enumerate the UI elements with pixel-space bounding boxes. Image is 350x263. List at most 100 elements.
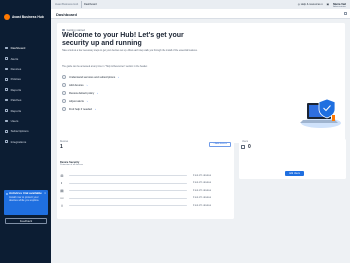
steps-list: Understand services and subscriptions › A… [62, 73, 119, 113]
step-checkbox-icon [62, 75, 66, 79]
customize-icon[interactable] [344, 12, 347, 15]
device-row-value: 0 out of 1 devices [193, 197, 212, 200]
sidebar-item-reports[interactable]: Reports [0, 85, 51, 95]
step-item[interactable]: Find help if needed › [62, 105, 119, 113]
close-icon[interactable]: × [44, 191, 46, 195]
report-icon [5, 109, 8, 112]
sidebar-item-subscriptions[interactable]: Subscriptions [0, 126, 51, 136]
step-item[interactable]: Review default policy › [62, 89, 119, 97]
top-bar: Avast Business Hub Dashboard ◎ Help & re… [51, 0, 350, 9]
dashboard-icon [5, 46, 8, 50]
device-row-value: 0 out of 1 devices [193, 174, 212, 177]
arrow-right-icon: › [118, 75, 120, 79]
progress-bar [69, 190, 187, 192]
sidebar-item-integrations[interactable]: Integrations [0, 137, 51, 147]
arrow-right-icon: › [94, 107, 96, 111]
step-item[interactable]: Add devices › [62, 81, 119, 89]
step-label: Find help if needed [69, 107, 92, 111]
add-users-button[interactable]: Add Users [285, 171, 304, 176]
plug-icon [5, 140, 8, 143]
step-checkbox-icon [62, 83, 66, 87]
avast-logo-icon [4, 14, 10, 20]
device-row: ◐ 0 out of 1 devices [60, 180, 230, 188]
sidebar-item-label: Subscriptions [10, 129, 29, 134]
bell-icon [5, 57, 8, 60]
step-item[interactable]: Adjust alerts › [62, 97, 119, 105]
sidebar-item-label: Policies [10, 77, 21, 82]
users-card: Users 0 Add Users [239, 139, 346, 179]
device-row: ▤ 0 out of 1 devices [60, 187, 230, 195]
devices-card: Devices 1 + Add devices Device Security … [57, 139, 234, 219]
sidebar-item-label: Dashboard [10, 46, 26, 51]
step-checkbox-icon [62, 107, 66, 111]
progress-bar [69, 205, 187, 207]
sidebar-item-label: Patches [10, 98, 22, 103]
info-icon [6, 193, 8, 195]
step-checkbox-icon [62, 99, 66, 103]
sidebar-item-policies[interactable]: Policies [0, 74, 51, 84]
arrow-right-icon: › [86, 83, 88, 87]
sidebar-item-label: Reports [10, 87, 22, 92]
device-row-value: 0 out of 1 devices [193, 204, 212, 207]
brand-name: Avast Business Hub [12, 15, 44, 19]
step-label: Understand services and subscriptions [69, 75, 116, 79]
page-header: Dashboard [51, 9, 350, 19]
arrow-right-icon: › [86, 99, 88, 103]
welcome-headline: Welcome to your Hub! Let's get your secu… [62, 32, 184, 48]
progress-bar [69, 197, 187, 199]
device-row-value: 0 out of 1 devices [193, 182, 212, 185]
sidebar-item-label: Reports [10, 108, 22, 113]
sidebar-item-devices[interactable]: Devices [0, 64, 51, 74]
sidebar-nav: Dashboard Alerts Devices Policies Report… [0, 43, 51, 147]
step-label: Add devices [69, 83, 84, 87]
device-security-subtitle: Protection of all devices [60, 164, 84, 166]
sidebar-item-dashboard[interactable]: Dashboard [0, 43, 51, 53]
feedback-button[interactable]: Feedback [5, 218, 47, 224]
breadcrumb-root[interactable]: Avast Business Hub [55, 3, 78, 6]
step-checkbox-icon [62, 91, 66, 95]
sidebar-item-reports-2[interactable]: Reports [0, 105, 51, 115]
main-content: Dashboard Getting started Welcome to you… [51, 9, 350, 263]
brand[interactable]: Avast Business Hub [0, 0, 51, 34]
add-devices-button[interactable]: + Add devices [209, 142, 231, 147]
page-title: Dashboard [56, 12, 77, 17]
breadcrumb-current: Dashboard [84, 3, 97, 6]
devices-count: 1 [60, 144, 63, 150]
help-resources-label: Help & resources [300, 3, 321, 6]
sidebar-item-patches[interactable]: Patches [0, 95, 51, 105]
chart-icon [5, 88, 8, 92]
steps-hint: The guide can be accessed at any time in… [62, 66, 148, 68]
laptop-shield-illustration [300, 98, 341, 128]
patch-icon [5, 98, 8, 102]
device-row: ⊞ 0 out of 1 devices [60, 172, 230, 180]
sidebar-item-users[interactable]: Users [0, 116, 51, 126]
subscription-icon [5, 130, 8, 133]
user-menu[interactable]: Maria Vail Administrator [333, 2, 346, 8]
arrow-right-icon: › [97, 91, 99, 95]
device-row: ◊ 0 out of 1 devices [60, 202, 230, 210]
progress-bar [69, 175, 187, 177]
sidebar-item-alerts[interactable]: Alerts [0, 53, 51, 63]
monitor-icon [241, 145, 245, 149]
progress-bar [69, 182, 187, 184]
sidebar-item-label: Integrations [10, 139, 27, 144]
apple-icon: ◐ [60, 181, 64, 186]
user-role: Administrator [333, 6, 346, 8]
promo-banner[interactable]: × Antivirus trial available Install now … [4, 190, 48, 215]
monitor-icon [5, 67, 8, 71]
user-icon [5, 119, 8, 123]
notifications-icon[interactable]: ▣ [327, 3, 329, 6]
step-label: Adjust alerts [69, 99, 84, 103]
welcome-paragraph: Take a look at a few necessary steps to … [62, 50, 198, 52]
users-label: Users [242, 141, 248, 143]
breadcrumb-divider [81, 1, 82, 8]
policy-icon [5, 78, 8, 81]
sidebar: Avast Business Hub Dashboard Alerts Devi… [0, 0, 51, 263]
step-item[interactable]: Understand services and subscriptions › [62, 73, 119, 81]
devices-label: Devices [60, 141, 69, 143]
sidebar-item-label: Users [10, 118, 19, 123]
help-resources-link[interactable]: ◎ Help & resources ▾ [298, 3, 323, 6]
rocket-icon [62, 28, 65, 32]
step-label: Review default policy [69, 91, 95, 95]
getting-started-card: Getting started Welcome to your Hub! Let… [57, 23, 345, 143]
